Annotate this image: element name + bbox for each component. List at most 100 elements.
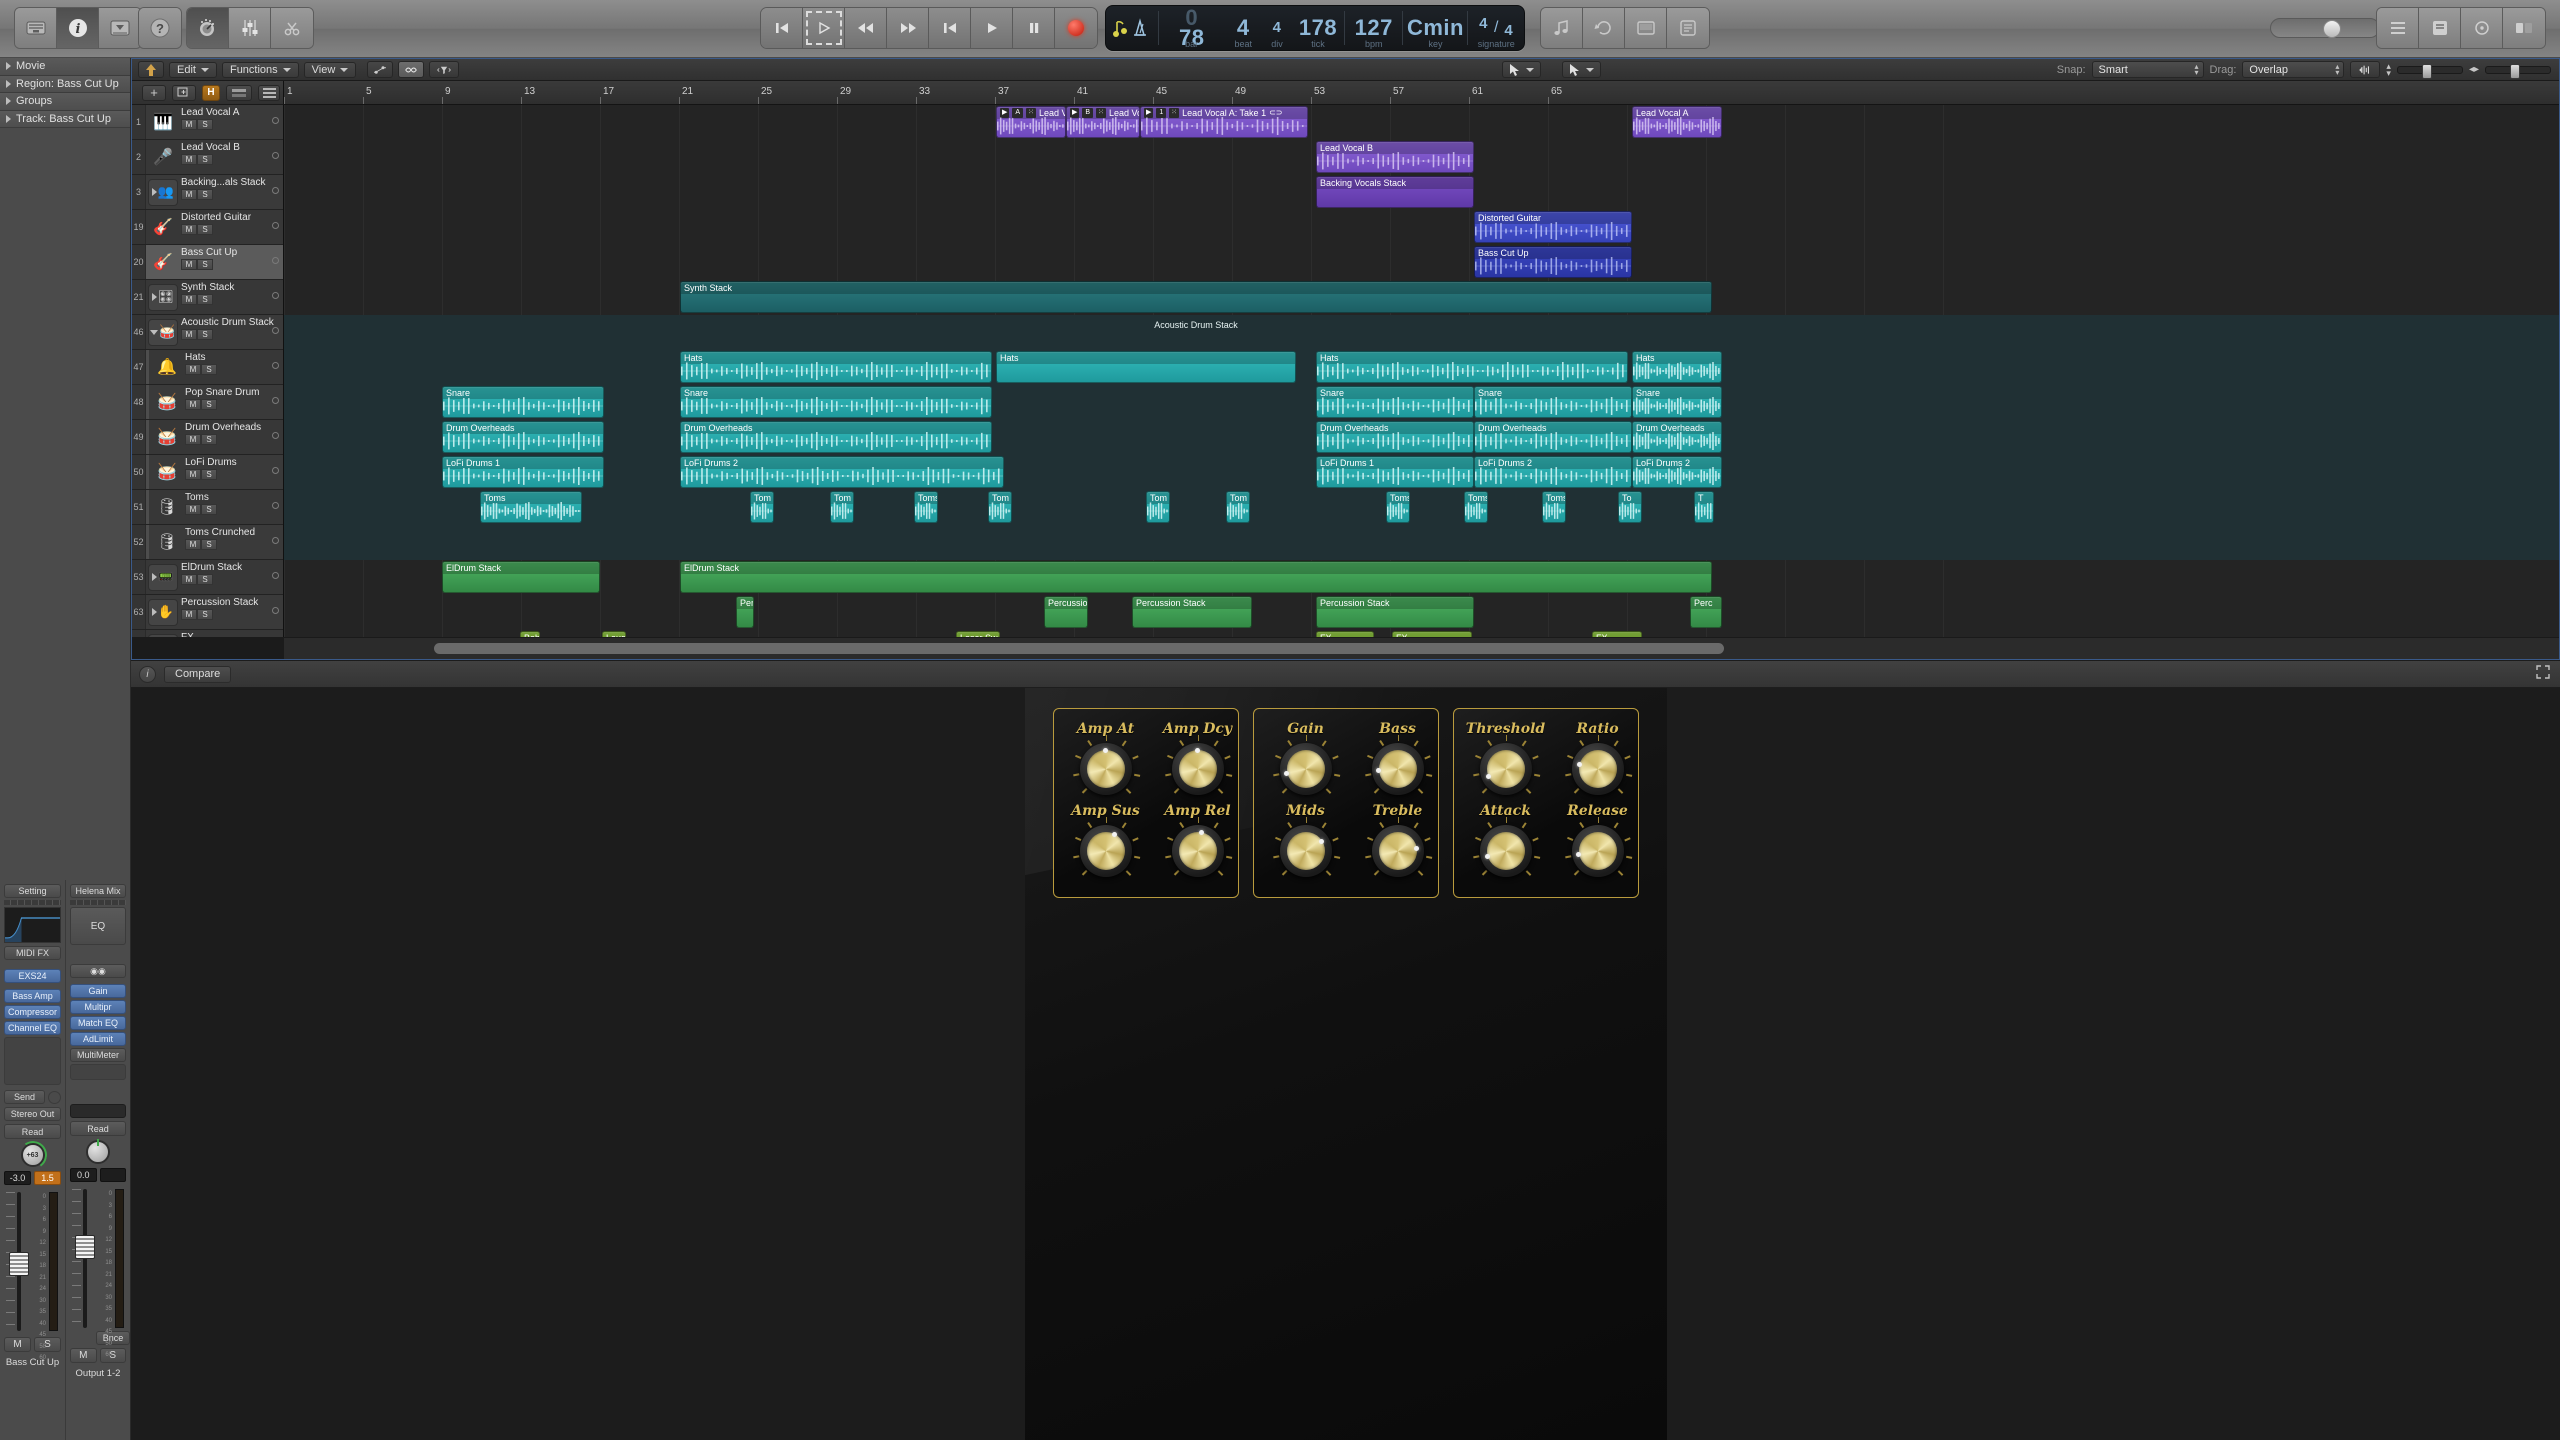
up-arrow-icon[interactable]: [138, 61, 164, 78]
knob-ratio[interactable]: Ratio: [1552, 721, 1644, 795]
knob-control[interactable]: [1564, 817, 1632, 877]
sidebar-track-pop-snare-drum[interactable]: 48 🥁 Pop Snare Drum M S: [132, 385, 283, 420]
toolbar-toggle-icon[interactable]: [99, 8, 141, 48]
setting-button[interactable]: Setting: [4, 884, 61, 898]
sidebar-track-bass-cut-up[interactable]: 20 🎸 Bass Cut Up M S: [132, 245, 283, 280]
knob-treble[interactable]: Treble: [1352, 803, 1444, 877]
knob-control[interactable]: [1564, 735, 1632, 795]
region[interactable]: Tom: [1146, 491, 1170, 523]
insert-slot-0[interactable]: Gain: [70, 984, 126, 998]
record-enable-button[interactable]: [272, 117, 279, 124]
pointer-tool-icon[interactable]: [1502, 61, 1541, 78]
sidebar-track-eldrum-stack[interactable]: 53 📟 ElDrum Stack M S: [132, 560, 283, 595]
region[interactable]: Hats: [996, 351, 1296, 383]
knob-control[interactable]: [1472, 817, 1540, 877]
automation-mode-button[interactable]: Read: [70, 1121, 126, 1136]
inspector-track[interactable]: Track: Bass Cut Up: [0, 110, 130, 128]
track-list-icon[interactable]: [258, 84, 280, 101]
region[interactable]: LoFi Drums 2: [1474, 456, 1632, 488]
forward-button[interactable]: [887, 8, 929, 48]
resize-icon[interactable]: [2536, 664, 2550, 684]
stack-disclosure-icon[interactable]: [151, 608, 157, 616]
lcd-tick[interactable]: 178 tick: [1292, 6, 1344, 50]
region[interactable]: ElDrum Stack: [442, 561, 600, 593]
horizontal-scrollbar[interactable]: [284, 637, 2559, 659]
record-enable-button[interactable]: [272, 292, 279, 299]
track-mute-button[interactable]: M: [185, 399, 201, 410]
zoom-arrows-icon[interactable]: ◂▸: [2469, 64, 2479, 75]
track-solo-button[interactable]: S: [201, 399, 217, 410]
rewind-button[interactable]: [845, 8, 887, 48]
track-icon-cell[interactable]: 🥁: [146, 315, 180, 349]
track-icon-cell[interactable]: 🥁: [150, 385, 184, 419]
region[interactable]: Drum Overheads: [442, 421, 604, 453]
region[interactable]: ▶A⁙Lead Vocal A:: [996, 106, 1066, 138]
region[interactable]: LoFi Drums 2: [680, 456, 1004, 488]
region[interactable]: Bass Cut Up: [1474, 246, 1632, 278]
inspector-icon[interactable]: i: [57, 8, 99, 48]
track-icon-cell[interactable]: 🥁: [150, 455, 184, 489]
region[interactable]: ElDrum Stack: [680, 561, 1712, 593]
region[interactable]: Hats: [1316, 351, 1628, 383]
knob-control[interactable]: [1072, 735, 1140, 795]
stack-disclosure-icon[interactable]: [151, 293, 157, 301]
track-solo-button[interactable]: S: [197, 154, 213, 165]
record-enable-button[interactable]: [272, 572, 279, 579]
region[interactable]: Tom: [750, 491, 774, 523]
track-height-stepper-icon[interactable]: ▴ ▾: [2386, 61, 2391, 77]
track-icon-cell[interactable]: 🎸: [146, 245, 180, 279]
region[interactable]: Drum Overheads: [680, 421, 992, 453]
drag-select[interactable]: Overlap ▴ ▾: [2242, 61, 2345, 78]
lcd-beat[interactable]: 4 beat: [1224, 6, 1262, 50]
track-icon-cell[interactable]: 🛢: [150, 490, 184, 524]
editors-icon[interactable]: [271, 8, 313, 48]
lcd-key[interactable]: Cmin key: [1403, 6, 1467, 50]
compare-button[interactable]: Compare: [164, 665, 232, 683]
sidebar-track-toms-crunched[interactable]: 52 🛢 Toms Crunched M S: [132, 525, 283, 560]
sidebar-track-toms[interactable]: 51 🛢 Toms M S: [132, 490, 283, 525]
record-enable-button[interactable]: [272, 187, 279, 194]
record-enable-button[interactable]: [272, 222, 279, 229]
knob-control[interactable]: [1072, 817, 1140, 877]
region[interactable]: Toms: [1386, 491, 1410, 523]
insert-slot-1[interactable]: Multipr: [70, 1000, 126, 1014]
region[interactable]: Lead Vocal A: [1632, 106, 1722, 138]
insert-slot-1[interactable]: Compressor: [4, 1005, 61, 1019]
duplicate-track-icon[interactable]: [172, 84, 196, 101]
track-stack-box[interactable]: 📟: [148, 563, 178, 591]
sidebar-track-hats[interactable]: 47 🔔 Hats M S: [132, 350, 283, 385]
track-icon-cell[interactable]: 🛢: [150, 525, 184, 559]
insert-slot-2[interactable]: Channel EQ: [4, 1021, 61, 1035]
global-tracks-icon[interactable]: [226, 84, 252, 101]
region[interactable]: Hats: [1632, 351, 1722, 383]
knob-bass[interactable]: Bass: [1352, 721, 1444, 795]
output-slot-empty[interactable]: [70, 1104, 126, 1118]
media-browser-icon[interactable]: [1625, 8, 1667, 48]
track-mute-button[interactable]: M: [185, 504, 201, 515]
scrollbar-thumb[interactable]: [434, 643, 1724, 654]
region[interactable]: Snare: [680, 386, 992, 418]
region[interactable]: Lead Vocal B: [1316, 141, 1474, 173]
region[interactable]: Tom: [1226, 491, 1250, 523]
track-stack-box[interactable]: 🎛: [148, 283, 178, 311]
go-to-end-button[interactable]: [929, 8, 971, 48]
region[interactable]: Percussion Stack: [1132, 596, 1252, 628]
track-solo-button[interactable]: S: [197, 609, 213, 620]
region[interactable]: Drum Overheads: [1316, 421, 1474, 453]
lcd-signature[interactable]: 4 / 4 signature: [1468, 6, 1524, 50]
sidebar-track-acoustic-drum-stack[interactable]: 46 🥁 Acoustic Drum Stack M S: [132, 315, 283, 350]
knob-control[interactable]: [1164, 817, 1232, 877]
library-icon[interactable]: [15, 8, 57, 48]
track-icon-cell[interactable]: 🎤: [146, 140, 180, 174]
region[interactable]: Hats: [680, 351, 992, 383]
output-slot[interactable]: Stereo Out: [4, 1107, 61, 1121]
inspector-groups[interactable]: Groups: [0, 93, 130, 111]
track-stack-box[interactable]: 👥: [148, 178, 178, 206]
lcd-display[interactable]: 0 78 bar 4 beat 4 div 178 tick 127 bpm Cm…: [1105, 5, 1525, 51]
peak-value[interactable]: [99, 1168, 126, 1182]
track-solo-button[interactable]: S: [197, 224, 213, 235]
insert-slot-0[interactable]: Bass Amp: [4, 989, 61, 1003]
region[interactable]: Percussion Stack: [1316, 596, 1474, 628]
record-enable-button[interactable]: [272, 327, 279, 334]
instrument-slot[interactable]: EXS24: [4, 969, 61, 983]
